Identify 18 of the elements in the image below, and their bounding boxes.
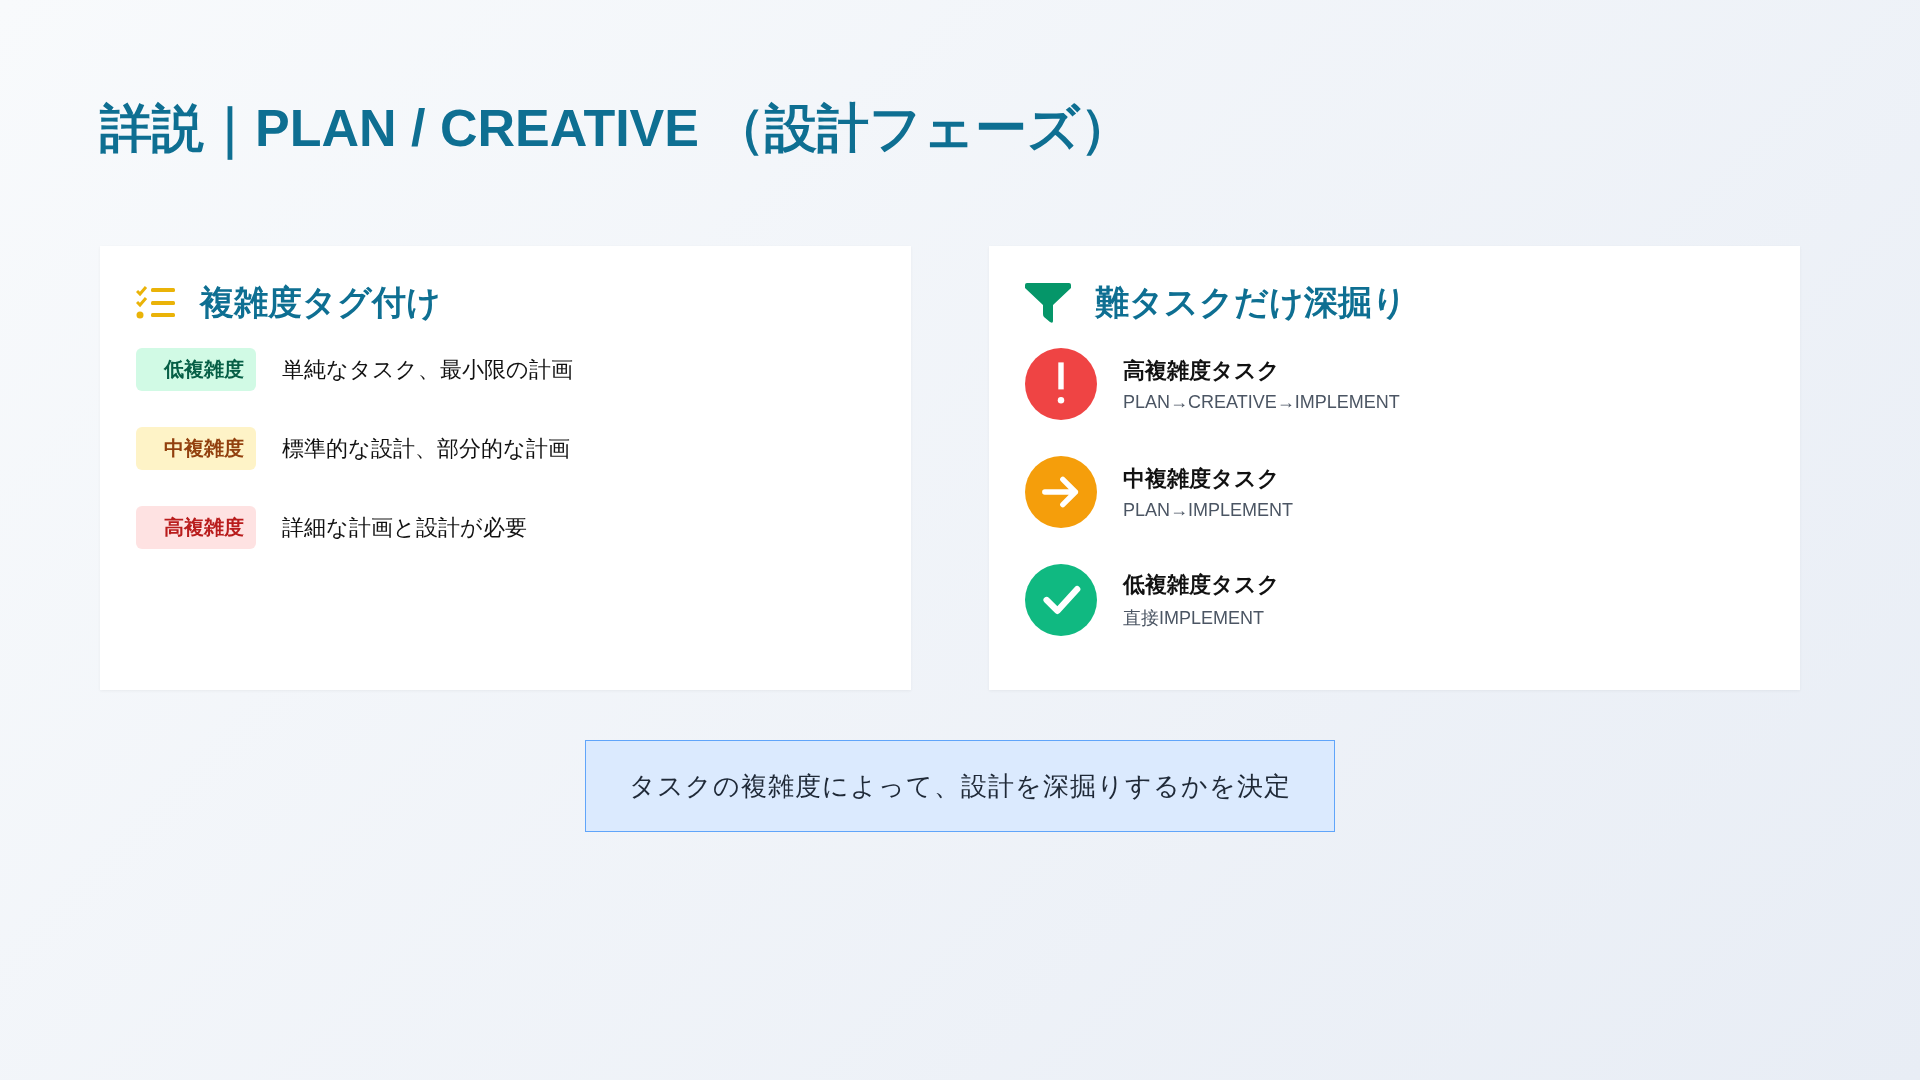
task-level-title: 低複雑度タスク [1123, 571, 1280, 599]
tag-description: 詳細な計画と設計が必要 [282, 513, 527, 542]
phase-flow: 直接IMPLEMENT [1123, 607, 1265, 630]
funnel-icon [1025, 283, 1071, 323]
complexity-tag: 高複雑度 [136, 506, 256, 549]
phase-flow: PLAN→CREATIVE→IMPLEMENT [1123, 391, 1400, 413]
complexity-tag: 低複雑度 [136, 348, 256, 391]
tag-description: 標準的な設計、部分的な計画 [282, 434, 570, 463]
checklist-icon [136, 286, 176, 320]
complexity-tag: 中複雑度 [136, 427, 256, 470]
slide-title: 詳説｜PLAN / CREATIVE （設計フェーズ） [100, 88, 1820, 168]
card-title: 複雑度タグ付け [200, 282, 441, 323]
phase-flow: PLAN→IMPLEMENT [1123, 499, 1294, 521]
task-level-title: 高複雑度タスク [1123, 356, 1281, 385]
summary-callout: タスクの複雑度によって、設計を深掘りするかを決定 [585, 740, 1335, 832]
tag-description: 単純なタスク、最小限の計画 [282, 355, 573, 384]
card-title: 難タスクだけ深掘り [1095, 282, 1407, 323]
task-level-title: 中複雑度タスク [1123, 464, 1281, 493]
